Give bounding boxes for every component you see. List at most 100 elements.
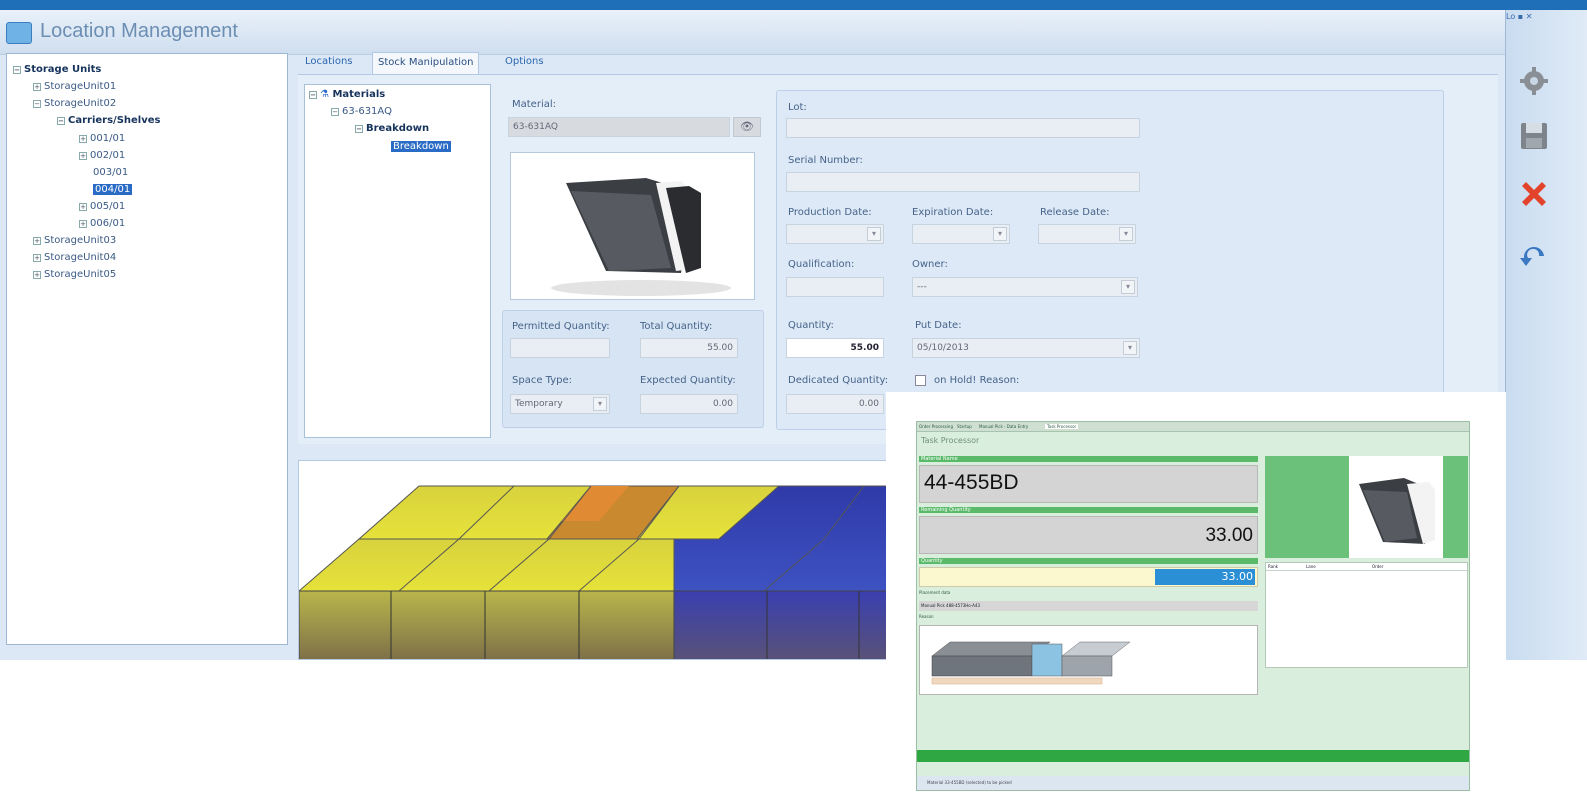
tp-progress-bar xyxy=(917,750,1469,762)
space-type-select[interactable]: Temporary ▾ xyxy=(510,394,610,414)
tp-tab-task-processor[interactable]: Task Processor xyxy=(1045,424,1079,429)
serial-number-field[interactable] xyxy=(786,172,1140,192)
rack-visualization xyxy=(299,485,892,659)
tree-node-storageunit05[interactable]: + StorageUnit05 xyxy=(33,269,116,280)
tp-order-list[interactable]: Rank Lane Order xyxy=(1265,562,1469,668)
material-label: Material: xyxy=(512,99,556,110)
production-date-picker[interactable]: ▾ xyxy=(786,224,884,244)
tree-node-label: StorageUnit04 xyxy=(44,252,117,263)
tp-reason-label: Reason xyxy=(919,614,934,619)
expiration-date-label: Expiration Date: xyxy=(912,207,994,218)
tp-rack-preview xyxy=(919,625,1258,695)
tree-node-breakdown[interactable]: Breakdown xyxy=(391,141,451,152)
tree-node-002-01[interactable]: +002/01 xyxy=(79,150,125,161)
tree-node-storage-units[interactable]: − Storage Units xyxy=(13,64,101,75)
folder-icon xyxy=(551,178,731,296)
undo-icon[interactable] xyxy=(1518,238,1550,270)
collapse-icon[interactable]: − xyxy=(355,125,363,133)
dedicated-quantity-label: Dedicated Quantity: xyxy=(788,375,889,386)
lot-field[interactable] xyxy=(786,118,1140,138)
window-controls[interactable]: Lo ▪ ✕ xyxy=(1506,12,1532,21)
collapse-icon[interactable]: − xyxy=(13,66,21,74)
quantity-field[interactable]: 55.00 xyxy=(786,338,884,358)
owner-value: --- xyxy=(917,282,927,292)
tp-col-lane[interactable]: Lane xyxy=(1306,563,1316,571)
tp-placement-value: Manual Pick 488-4573Ho-A43 xyxy=(919,601,1258,611)
storage-rack-3d-view[interactable] xyxy=(298,460,893,660)
tree-node-breakdown-group[interactable]: − Breakdown xyxy=(355,123,429,134)
tree-node-label: 005/01 xyxy=(90,201,126,212)
tp-tab-startup[interactable]: Startup xyxy=(957,424,972,429)
tree-node-storageunit03[interactable]: + StorageUnit03 xyxy=(33,235,116,246)
tab-stock-manipulation[interactable]: Stock Manipulation xyxy=(372,52,480,74)
tree-node-carriers-shelves[interactable]: − Carriers/Shelves xyxy=(57,115,160,126)
chevron-down-icon[interactable]: ▾ xyxy=(1121,280,1135,294)
tab-locations[interactable]: Locations xyxy=(300,52,358,74)
expand-icon[interactable]: + xyxy=(79,135,87,143)
tp-quantity-selection: 33.00 xyxy=(1155,569,1255,585)
tree-node-006-01[interactable]: +006/01 xyxy=(79,218,125,229)
tree-node-63-631aq[interactable]: −63-631AQ xyxy=(331,106,392,117)
tree-node-label: 004/01 xyxy=(95,184,131,195)
tree-node-storageunit02[interactable]: − StorageUnit02 xyxy=(33,98,116,109)
chevron-down-icon[interactable]: ▾ xyxy=(867,227,881,241)
release-date-picker[interactable]: ▾ xyxy=(1038,224,1136,244)
tree-node-003-01[interactable]: 003/01 xyxy=(93,167,128,178)
total-quantity-field[interactable]: 55.00 xyxy=(640,338,738,358)
top-accent-bar xyxy=(0,0,1587,10)
tab-options[interactable]: Options xyxy=(500,52,549,74)
collapse-icon[interactable]: − xyxy=(57,117,65,125)
material-lookup-button[interactable]: 👁 xyxy=(733,117,761,137)
tree-node-label: StorageUnit02 xyxy=(44,98,117,109)
expected-quantity-label: Expected Quantity: xyxy=(640,375,736,386)
quantity-label: Quantity: xyxy=(788,320,834,331)
tree-node-storageunit01[interactable]: + StorageUnit01 xyxy=(33,81,116,92)
tree-node-label: Storage Units xyxy=(24,64,102,75)
tree-node-label: 001/01 xyxy=(90,133,126,144)
collapse-icon[interactable]: − xyxy=(331,108,339,116)
tree-node-storageunit04[interactable]: + StorageUnit04 xyxy=(33,252,116,263)
expand-icon[interactable]: + xyxy=(79,203,87,211)
tp-tab-manual-pick[interactable]: Manual Pick - Data Entry xyxy=(979,424,1028,429)
tree-node-materials[interactable]: − ⚗ Materials xyxy=(309,89,385,100)
save-icon[interactable] xyxy=(1518,120,1550,152)
on-hold-checkbox[interactable] xyxy=(915,375,926,386)
expand-icon[interactable]: + xyxy=(79,220,87,228)
chevron-down-icon[interactable]: ▾ xyxy=(1119,227,1133,241)
tree-node-001-01[interactable]: +001/01 xyxy=(79,133,125,144)
tp-col-order[interactable]: Order xyxy=(1372,563,1383,571)
tp-quantity-input[interactable]: 33.00 xyxy=(919,567,1258,587)
tp-tab-order-processing[interactable]: Order Processing xyxy=(919,424,953,429)
put-date-picker[interactable]: 05/10/2013 ▾ xyxy=(912,338,1140,358)
expand-icon[interactable]: + xyxy=(33,237,41,245)
tree-node-005-01[interactable]: +005/01 xyxy=(79,201,125,212)
chevron-down-icon[interactable]: ▾ xyxy=(593,397,607,411)
expand-icon[interactable]: + xyxy=(33,83,41,91)
qualification-label: Qualification: xyxy=(788,259,855,270)
expand-icon[interactable]: + xyxy=(79,152,87,160)
total-quantity-label: Total Quantity: xyxy=(640,321,713,332)
chevron-down-icon[interactable]: ▾ xyxy=(993,227,1007,241)
tp-material-name-label: Material Name xyxy=(919,456,1258,462)
chevron-down-icon[interactable]: ▾ xyxy=(1123,341,1137,355)
expected-quantity-field[interactable]: 0.00 xyxy=(640,394,738,414)
collapse-icon[interactable]: − xyxy=(33,100,41,108)
expand-icon[interactable]: + xyxy=(33,254,41,262)
tp-tab-strip: Order Processing Startup Manual Pick - D… xyxy=(917,422,1469,432)
permitted-quantity-field[interactable] xyxy=(510,338,610,358)
delete-icon[interactable] xyxy=(1518,178,1550,210)
gear-icon[interactable] xyxy=(1518,65,1550,97)
material-field[interactable]: 63-631AQ xyxy=(508,117,730,137)
put-date-value: 05/10/2013 xyxy=(917,343,969,353)
tp-col-rank[interactable]: Rank xyxy=(1268,563,1278,571)
qualification-field[interactable] xyxy=(786,277,884,297)
tree-node-label: StorageUnit03 xyxy=(44,235,117,246)
expand-icon[interactable]: + xyxy=(33,271,41,279)
space-type-label: Space Type: xyxy=(512,375,572,386)
expiration-date-picker[interactable]: ▾ xyxy=(912,224,1010,244)
task-processor-window: Order Processing Startup Manual Pick - D… xyxy=(916,421,1470,791)
dedicated-quantity-field[interactable]: 0.00 xyxy=(786,394,884,414)
tree-node-004-01[interactable]: 004/01 xyxy=(93,184,133,195)
owner-select[interactable]: --- ▾ xyxy=(912,277,1138,297)
collapse-icon[interactable]: − xyxy=(309,91,317,99)
